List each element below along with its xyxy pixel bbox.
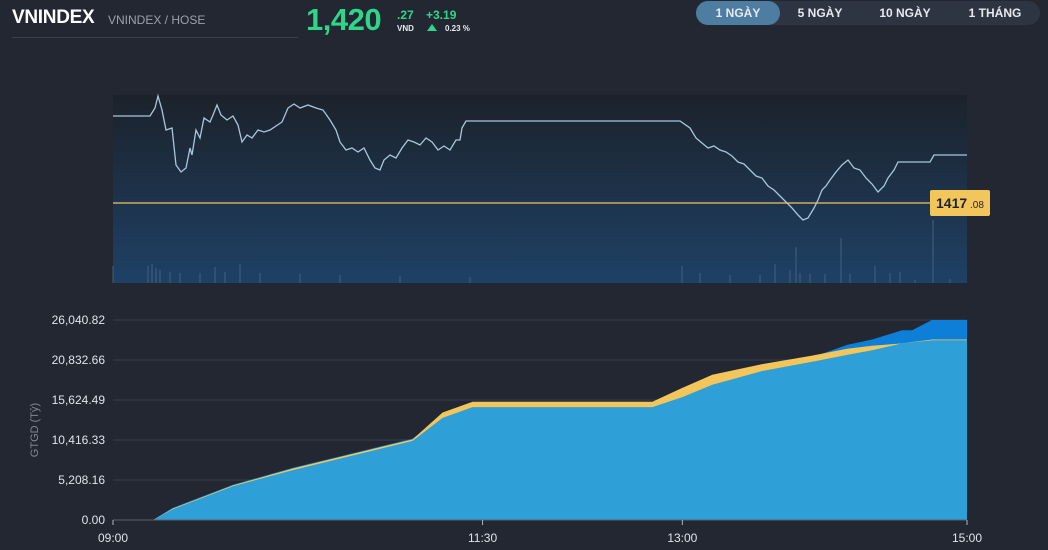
tab-10-days[interactable]: 10 NGÀY: [860, 1, 950, 25]
header: VNINDEX VNINDEX / HOSE 1,420 .27 VND +3.…: [0, 0, 1048, 44]
price-panel-background: [113, 95, 967, 283]
price-panel: 1417 .08: [112, 93, 990, 283]
tab-1-day[interactable]: 1 NGÀY: [696, 1, 780, 25]
y-tick-label: 26,040.82: [52, 313, 106, 327]
reference-price-int: 1417: [936, 195, 967, 211]
reference-price-dec: .08: [970, 200, 984, 211]
y-tick-label: 0.00: [82, 513, 106, 527]
y-tick-label: 10,416.33: [52, 433, 106, 447]
tab-5-days[interactable]: 5 NGÀY: [780, 1, 860, 25]
x-tick-label: 13:00: [667, 531, 697, 545]
y-axis-label: GTGD (Tỷ): [29, 403, 41, 457]
chart-canvas: 1417 .08 26,040.82 20,832.66 15,624.49 10,4…: [29, 93, 990, 545]
y-tick-label: 20,832.66: [52, 353, 106, 367]
base-value-area: [113, 340, 967, 520]
price-change-percent: 0.23 %: [445, 24, 470, 33]
price-integer: 1,420: [306, 2, 382, 37]
header-divider: [12, 37, 298, 38]
x-tick-label: 09:00: [98, 531, 128, 545]
price-change: +3.19: [426, 8, 457, 22]
value-areas: [113, 320, 967, 521]
tab-1-month[interactable]: 1 THÁNG: [950, 1, 1040, 25]
currency-label: VND: [397, 24, 414, 33]
range-selector: 1 NGÀY 5 NGÀY 10 NGÀY 1 THÁNG: [696, 1, 1040, 25]
y-axis-ticks: 26,040.82 20,832.66 15,624.49 10,416.33 5,20…: [52, 313, 106, 527]
y-tick-label: 15,624.49: [52, 393, 106, 407]
x-tick-label: 15:00: [952, 531, 982, 545]
y-tick-label: 5,208.16: [58, 473, 105, 487]
symbol-title: VNINDEX: [12, 7, 95, 28]
x-axis-ticks: 09:00 11:30 13:00 15:00: [98, 520, 982, 545]
value-panel: 26,040.82 20,832.66 15,624.49 10,416.33 5,20…: [29, 313, 982, 545]
x-tick-label: 11:30: [468, 531, 497, 545]
arrow-up-icon: [427, 24, 437, 31]
price-decimal: .27: [397, 8, 414, 22]
exchange-label: VNINDEX / HOSE: [108, 13, 206, 27]
